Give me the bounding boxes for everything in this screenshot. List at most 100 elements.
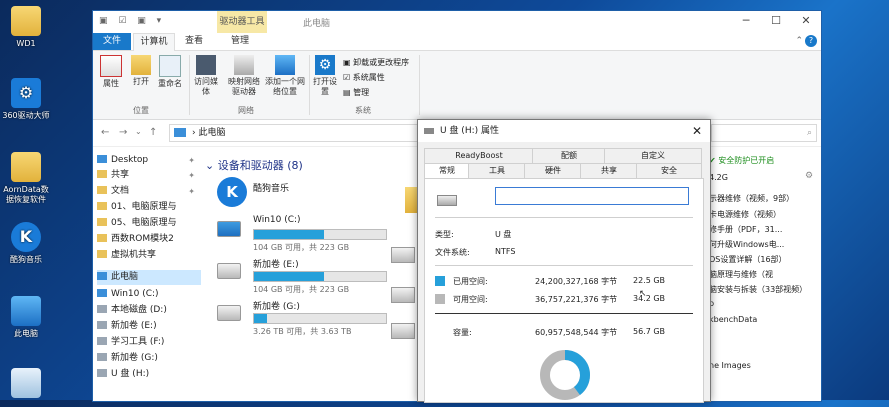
- tab-quota[interactable]: 配额: [532, 148, 606, 164]
- nav-item-drive-f[interactable]: 学习工具 (F:): [97, 335, 201, 350]
- desktop-icon-label: 酷狗音乐: [10, 255, 42, 264]
- tab-sharing[interactable]: 共享: [580, 163, 638, 179]
- tab-general[interactable]: 常规: [424, 163, 470, 179]
- tab-computer[interactable]: 计算机: [133, 33, 175, 52]
- recent-icon[interactable]: ⌄: [135, 127, 142, 136]
- tab-security[interactable]: 安全: [636, 163, 702, 179]
- security-status[interactable]: ✔ 安全防护已开启: [709, 155, 821, 166]
- nav-item-docs[interactable]: 文档 ✦: [97, 184, 201, 199]
- tab-tools[interactable]: 工具: [468, 163, 526, 179]
- properties-button[interactable]: 属性: [97, 51, 125, 89]
- tab-file[interactable]: 文件: [93, 33, 131, 50]
- uninstall-icon: ▣: [343, 58, 354, 67]
- desktop-icon-thispc[interactable]: 此电脑: [0, 296, 52, 339]
- open-settings-button[interactable]: ⚙ 打开设置: [311, 51, 339, 97]
- right-pane: ✔ 安全防护已开启 4.2G ⚙ 示器维修（视频，9部） 卡电源维修（视频） 修…: [705, 147, 821, 401]
- drive-usage-bar: [253, 229, 387, 240]
- system-properties-button[interactable]: ☑ 系统属性: [343, 70, 409, 85]
- window-title: 此电脑: [303, 19, 331, 29]
- tab-view[interactable]: 查看: [179, 33, 209, 50]
- maximize-button[interactable]: ☐: [763, 14, 789, 27]
- list-item[interactable]: 脑安装与拆装（33部视频）: [709, 284, 821, 295]
- nav-item-rom[interactable]: 西数ROM模块2: [97, 232, 201, 247]
- drive-icon[interactable]: [391, 247, 415, 263]
- forward-icon[interactable]: →: [119, 127, 127, 138]
- ribbon-collapse-icon[interactable]: ⌃: [795, 36, 803, 46]
- nav-item-drive-c[interactable]: Win10 (C:): [97, 287, 201, 302]
- list-item[interactable]: OS设置详解（16部）: [709, 254, 821, 265]
- desktop-icon-360[interactable]: ⚙ 360驱动大师: [0, 78, 52, 121]
- list-item[interactable]: 示器维修（视频，9部）: [709, 193, 821, 204]
- pin-icon: ✦: [188, 171, 195, 180]
- tab-customize[interactable]: 自定义: [604, 148, 702, 164]
- search-input[interactable]: ⌕: [711, 124, 817, 142]
- folder-icon: [11, 152, 41, 182]
- drive-usage-fill: [254, 272, 324, 281]
- manage-button[interactable]: ▤ 管理: [343, 85, 409, 100]
- tab-manage[interactable]: 管理: [223, 33, 257, 50]
- tab-readyboost[interactable]: ReadyBoost: [424, 148, 534, 164]
- kugou-label: 酷狗音乐: [253, 184, 290, 194]
- add-location-button[interactable]: 添加一个网络位置: [265, 51, 305, 97]
- list-item[interactable]: 修手册（PDF，31...: [709, 224, 821, 235]
- drive-icon[interactable]: [391, 323, 415, 339]
- title-bar: ▣ ☑ ▣ ▾ 驱动器工具 此电脑 ─ ☐ ✕: [93, 11, 821, 35]
- desktop-icon-label: 此电脑: [14, 329, 38, 338]
- close-button[interactable]: ✕: [793, 14, 819, 27]
- open-button[interactable]: 打开: [127, 51, 155, 87]
- volume-label-input[interactable]: [495, 187, 689, 205]
- nav-item-drive-d[interactable]: 本地磁盘 (D:): [97, 303, 201, 318]
- add-location-label: 添加一个网络位置: [265, 77, 305, 96]
- drive-usage-fill: [254, 314, 268, 323]
- dialog-close-button[interactable]: ✕: [692, 120, 702, 142]
- nav-label: 新加卷 (E:): [111, 321, 157, 331]
- desktop-icon-recycle[interactable]: [0, 368, 52, 401]
- list-item[interactable]: p: [709, 299, 821, 308]
- media-icon: [196, 55, 216, 75]
- breadcrumb-thispc[interactable]: 此电脑: [198, 128, 225, 138]
- filesystem-label: 文件系统:: [435, 248, 470, 257]
- nav-item-vmshare[interactable]: 虚拟机共享: [97, 248, 201, 263]
- tab-hardware[interactable]: 硬件: [524, 163, 582, 179]
- list-item[interactable]: 何升级Windows电...: [709, 239, 821, 250]
- access-media-button[interactable]: 访问媒体: [191, 51, 221, 97]
- list-item[interactable]: ne Images: [709, 361, 821, 370]
- minimize-button[interactable]: ─: [733, 14, 759, 27]
- map-drive-button[interactable]: 映射网络驱动器: [225, 51, 263, 97]
- nav-item-share[interactable]: 共享 ✦: [97, 168, 201, 183]
- quick-access-toolbar[interactable]: ▣ ☑ ▣ ▾: [99, 16, 165, 26]
- settings-gear-icon[interactable]: ⚙: [805, 171, 813, 181]
- nav-item-desktop[interactable]: Desktop ✦: [97, 153, 201, 168]
- uninstall-button[interactable]: ▣ 卸载或更改程序: [343, 55, 409, 70]
- desktop-icon-kugou[interactable]: K 酷狗音乐: [0, 222, 52, 265]
- rename-button[interactable]: 重命名: [155, 51, 185, 89]
- usb-drive-icon: [97, 369, 107, 377]
- nav-item-drive-g[interactable]: 新加卷 (G:): [97, 351, 201, 366]
- list-item[interactable]: 卡电源维修（视频）: [709, 209, 821, 220]
- back-icon[interactable]: ←: [101, 127, 109, 138]
- filesystem-value: NTFS: [495, 247, 516, 256]
- desktop-icon-aorndata[interactable]: AornData数据恢复软件: [0, 152, 52, 205]
- drive-name: 新加卷 (G:): [253, 302, 300, 312]
- section-devices-header[interactable]: ⌄ 设备和驱动器 (8): [205, 157, 303, 173]
- list-item[interactable]: kbenchData: [709, 315, 821, 324]
- nav-item-folder-01[interactable]: 01、电脑原理与: [97, 200, 201, 215]
- network-drive-icon: [234, 55, 254, 75]
- nav-item-folder-05[interactable]: 05、电脑原理与: [97, 216, 201, 231]
- drive-usage-fill: [254, 230, 324, 239]
- drive-icon[interactable]: [391, 287, 415, 303]
- nav-item-drive-h[interactable]: U 盘 (H:): [97, 367, 201, 382]
- address-input[interactable]: › 此电脑: [169, 124, 433, 142]
- desktop-icon-wd1[interactable]: WD1: [0, 6, 52, 49]
- up-icon[interactable]: ↑: [149, 127, 157, 138]
- list-item[interactable]: 脑原理与维修（视: [709, 269, 821, 280]
- folder-icon: [97, 202, 107, 210]
- help-icon[interactable]: ?: [805, 35, 817, 47]
- access-media-label: 访问媒体: [194, 77, 218, 96]
- open-label: 打开: [133, 77, 149, 86]
- nav-item-drive-e[interactable]: 新加卷 (E:): [97, 319, 201, 334]
- nav-item-thispc[interactable]: 此电脑: [97, 270, 201, 285]
- group-network-label: 网络: [238, 106, 254, 115]
- network-location-icon: [275, 55, 295, 75]
- drive-name: 新加卷 (E:): [253, 260, 299, 270]
